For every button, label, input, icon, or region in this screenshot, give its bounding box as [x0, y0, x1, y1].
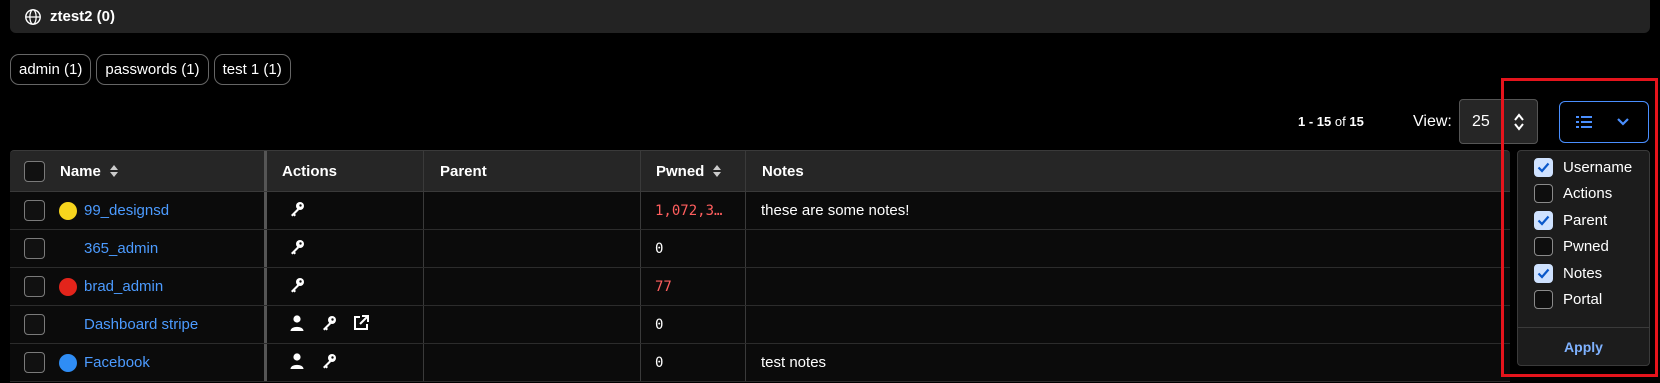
key-icon[interactable]: [288, 238, 306, 260]
tag-list: admin (1) passwords (1) test 1 (1): [10, 54, 291, 85]
column-checkbox[interactable]: [1534, 263, 1553, 283]
column-checkbox[interactable]: [1534, 237, 1553, 256]
column-header-notes: Notes: [762, 162, 804, 180]
column-header-parent: Parent: [440, 162, 487, 180]
column-toggle-username[interactable]: Username: [1534, 156, 1632, 178]
table-row[interactable]: Dashboard stripe 0: [10, 306, 1510, 344]
key-icon[interactable]: [320, 352, 338, 374]
pagination-summary: 1 - 15 of 15: [1298, 114, 1364, 129]
updown-arrows-icon: [1514, 113, 1524, 131]
column-toggle-label: Username: [1563, 158, 1633, 176]
row-actions: [288, 276, 306, 298]
color-tag-dot: [59, 201, 77, 220]
column-toggle-portal[interactable]: Portal: [1534, 289, 1602, 311]
tag-chip[interactable]: test 1 (1): [213, 54, 291, 85]
row-checkbox[interactable]: [24, 352, 45, 373]
tag-chip[interactable]: passwords (1): [96, 54, 209, 85]
column-toggle-notes[interactable]: Notes: [1534, 262, 1602, 284]
pwned-count: 0: [655, 354, 664, 371]
key-icon[interactable]: [288, 276, 306, 298]
column-header-name-label: Name: [60, 162, 101, 180]
notes-cell: these are some notes!: [761, 202, 910, 219]
row-actions: [288, 314, 370, 336]
apply-button[interactable]: Apply: [1518, 329, 1649, 365]
checkmark-icon: [1537, 215, 1550, 226]
column-toggle-label: Parent: [1563, 211, 1608, 229]
notes-cell: test notes: [761, 354, 827, 371]
entry-name-link[interactable]: 99_designsd: [84, 202, 169, 219]
column-header-pwned[interactable]: Pwned: [656, 151, 722, 191]
row-actions: [288, 238, 306, 260]
column-toggle-label: Portal: [1563, 291, 1603, 308]
pwned-count: 0: [655, 316, 664, 333]
table-row[interactable]: 365_admin 0: [10, 230, 1510, 268]
column-toggle-pwned[interactable]: Pwned: [1534, 236, 1609, 258]
page-size-value: 25: [1472, 112, 1490, 130]
column-checkbox[interactable]: [1534, 290, 1553, 309]
user-icon[interactable]: [288, 352, 306, 374]
column-toggle-actions[interactable]: Actions: [1534, 183, 1612, 205]
column-checkbox[interactable]: [1534, 157, 1553, 177]
view-label: View:: [1413, 113, 1452, 130]
select-all-checkbox[interactable]: [24, 160, 45, 182]
table-row[interactable]: brad_admin 77: [10, 268, 1510, 306]
row-checkbox[interactable]: [24, 238, 45, 259]
checkmark-icon: [1537, 268, 1550, 279]
entry-name-link[interactable]: brad_admin: [84, 278, 163, 295]
table-row[interactable]: 99_designsd 1,072,3… these are some note…: [10, 192, 1510, 230]
pager-separator: -: [1305, 114, 1317, 129]
folder-header[interactable]: ztest2 (0): [10, 0, 1650, 33]
external-link-icon[interactable]: [352, 314, 370, 336]
key-icon[interactable]: [288, 200, 306, 222]
column-toggle-label: Actions: [1563, 185, 1613, 202]
pager-of: of: [1331, 114, 1350, 129]
pwned-count: 1,072,3…: [655, 202, 723, 219]
pager-end: 15: [1316, 114, 1332, 129]
pager-total: 15: [1349, 114, 1364, 129]
column-toggle-label: Notes: [1563, 264, 1603, 282]
tag-chip[interactable]: admin (1): [10, 54, 92, 85]
column-toggle-label: Pwned: [1563, 238, 1609, 255]
column-checkbox[interactable]: [1534, 184, 1553, 203]
folder-title: ztest2 (0): [50, 8, 116, 25]
entry-name-link[interactable]: Dashboard stripe: [84, 316, 198, 333]
column-list-icon: [1576, 116, 1592, 128]
entry-name-link[interactable]: Facebook: [84, 354, 150, 371]
color-tag-dot: [59, 277, 77, 296]
column-header-pwned-label: Pwned: [656, 162, 705, 180]
column-header-actions: Actions: [282, 162, 338, 180]
column-chooser-button[interactable]: [1559, 101, 1649, 143]
chevron-down-icon: [1617, 118, 1629, 126]
pwned-count: 0: [655, 240, 664, 257]
sort-icon: [109, 165, 118, 177]
passwords-table: Name Actions Parent Pwned Notes 99_desig…: [10, 150, 1510, 382]
user-icon[interactable]: [288, 314, 306, 336]
table-header: Name Actions Parent Pwned Notes: [10, 150, 1510, 192]
checkmark-icon: [1537, 162, 1550, 173]
row-checkbox[interactable]: [24, 276, 45, 297]
column-chooser-menu: Apply Username Actions Parent Pwned Note…: [1517, 150, 1650, 366]
page-size-select[interactable]: 25: [1459, 99, 1538, 144]
column-checkbox[interactable]: [1534, 210, 1553, 230]
entry-name-link[interactable]: 365_admin: [84, 240, 158, 257]
color-tag-dot: [59, 353, 77, 372]
column-toggle-parent[interactable]: Parent: [1534, 209, 1607, 231]
column-header-name[interactable]: Name: [60, 151, 119, 191]
pwned-count: 77: [655, 278, 672, 295]
table-row[interactable]: Facebook 0 test notes: [10, 344, 1510, 382]
row-actions: [288, 352, 338, 374]
row-actions: [288, 200, 306, 222]
row-checkbox[interactable]: [24, 200, 45, 221]
key-icon[interactable]: [320, 314, 338, 336]
row-checkbox[interactable]: [24, 314, 45, 335]
globe-icon: [25, 8, 41, 25]
sort-icon: [713, 165, 722, 177]
